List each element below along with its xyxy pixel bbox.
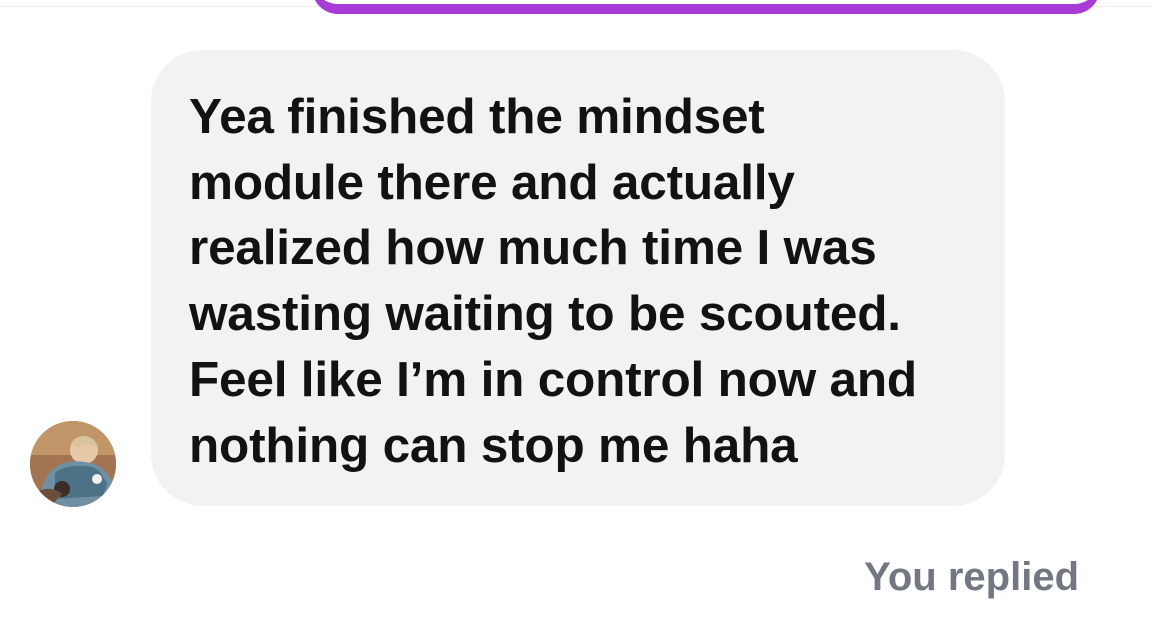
- received-message-bubble[interactable]: Yea finished the mindset module there an…: [151, 50, 1005, 506]
- sender-avatar[interactable]: [30, 421, 116, 507]
- received-message-row: Yea finished the mindset module there an…: [0, 0, 1152, 630]
- received-message-text: Yea finished the mindset module there an…: [189, 89, 917, 473]
- reply-status-label: You replied: [864, 555, 1079, 599]
- avatar-photo-icon: [30, 421, 116, 507]
